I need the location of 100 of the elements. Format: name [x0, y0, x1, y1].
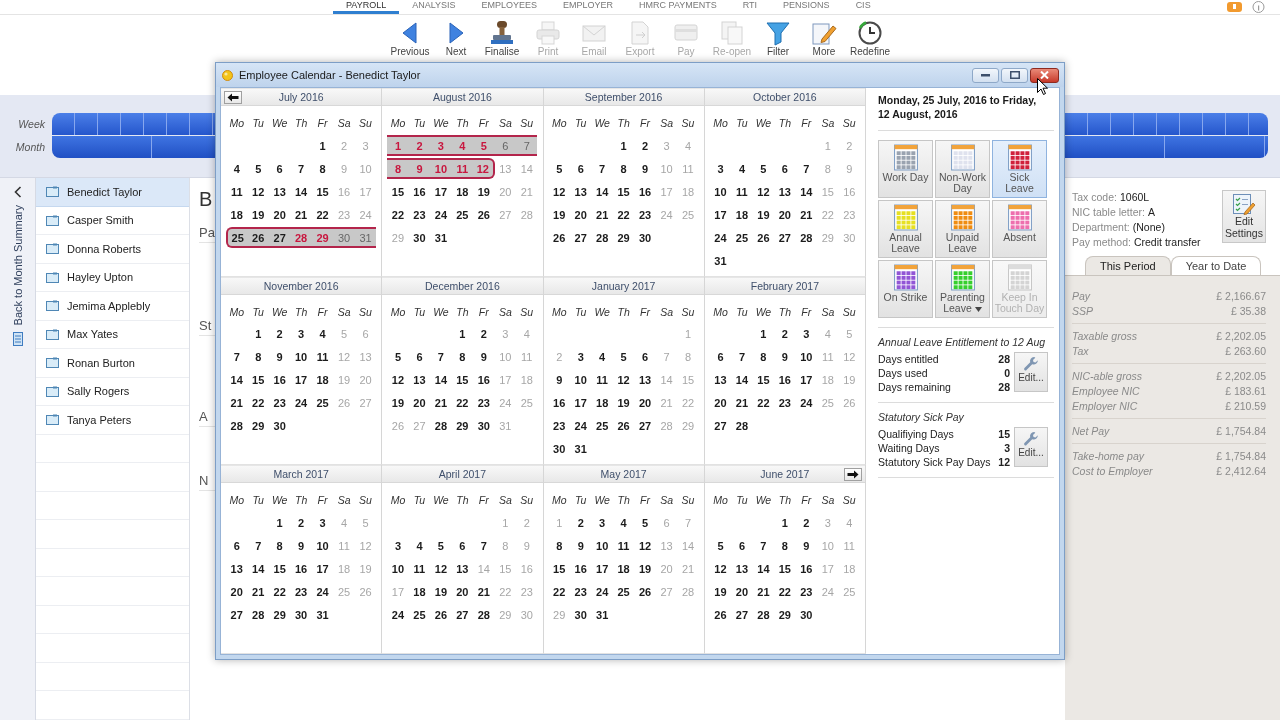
calendar-day[interactable]: 1 — [311, 135, 334, 156]
edit-button[interactable]: Edit... — [1014, 427, 1048, 467]
toolbar-button[interactable]: Redefine — [847, 20, 893, 58]
calendar-day[interactable]: 17 — [290, 369, 312, 391]
minimize-button[interactable] — [972, 67, 999, 83]
calendar-day[interactable]: 8 — [451, 346, 474, 368]
calendar-day[interactable]: 19 — [612, 392, 635, 414]
calendar-day[interactable]: 16 — [634, 181, 656, 202]
calendar-day[interactable]: 23 — [634, 204, 656, 225]
calendar-day[interactable]: 10 — [795, 346, 818, 368]
calendar-day[interactable]: 2 — [290, 512, 312, 534]
period-tab[interactable]: Year to Date — [1170, 256, 1262, 275]
calendar-day[interactable]: 1 — [752, 323, 775, 345]
calendar-day[interactable]: 4 — [226, 158, 248, 179]
calendar-day[interactable]: 19 — [709, 581, 732, 603]
calendar-day[interactable]: 19 — [430, 581, 452, 603]
calendar-day[interactable]: 16 — [268, 369, 291, 391]
calendar-day[interactable]: 28 — [731, 415, 753, 437]
calendar-day[interactable]: 9 — [569, 535, 592, 557]
calendar-day[interactable]: 12 — [752, 181, 775, 202]
employee-list-item[interactable]: Sally Rogers — [36, 377, 189, 406]
calendar-day[interactable]: 20 — [709, 392, 732, 414]
calendar-day[interactable]: 30 — [569, 604, 592, 626]
calendar-day[interactable]: 28 — [473, 604, 495, 626]
employee-list-item[interactable]: Jemima Applebly — [36, 292, 189, 321]
calendar-day[interactable]: 5 — [612, 346, 635, 368]
nav-tab[interactable]: ANALYSIS — [399, 0, 469, 14]
calendar-day[interactable]: 25 — [451, 204, 474, 225]
calendar-day[interactable]: 11 — [408, 558, 431, 580]
calendar-day[interactable]: 30 — [290, 604, 312, 626]
calendar-day[interactable]: 24 — [795, 392, 818, 414]
calendar-day[interactable]: 20 — [268, 204, 291, 225]
employee-list-item[interactable]: Donna Roberts — [36, 235, 189, 264]
calendar-day[interactable]: 10 — [290, 346, 312, 368]
calendar-day[interactable]: 30 — [268, 415, 291, 437]
calendar-day[interactable]: 17 — [569, 392, 592, 414]
calendar-day[interactable]: 15 — [752, 369, 775, 391]
calendar-day[interactable]: 28 — [795, 227, 818, 248]
calendar-day[interactable]: 4 — [731, 158, 753, 179]
calendar-day[interactable]: 29 — [451, 415, 474, 437]
calendar-day[interactable]: 26 — [430, 604, 452, 626]
calendar-day[interactable]: 6 — [731, 535, 753, 557]
calendar-day[interactable]: 13 — [774, 181, 796, 202]
calendar-day[interactable]: 15 — [247, 369, 269, 391]
calendar-day[interactable]: 6 — [494, 135, 517, 156]
calendar-day[interactable]: 12 — [548, 181, 570, 202]
calendar-day[interactable]: 19 — [548, 204, 570, 225]
calendar-day[interactable]: 21 — [430, 392, 452, 414]
calendar-day[interactable]: 4 — [408, 535, 431, 557]
calendar-day[interactable]: 12 — [430, 558, 452, 580]
notification-icon[interactable] — [1227, 2, 1242, 12]
nav-tab[interactable]: RTI — [729, 0, 771, 14]
calendar-day[interactable]: 22 — [752, 392, 775, 414]
calendar-day[interactable]: 29 — [774, 604, 796, 626]
calendar-day[interactable]: 9 — [268, 346, 291, 368]
calendar-day[interactable]: 16 — [473, 369, 495, 391]
calendar-day[interactable]: 6 — [408, 346, 431, 368]
week-timeline-bar[interactable] — [52, 113, 215, 135]
calendar-day[interactable]: 19 — [473, 181, 495, 202]
calendar-day[interactable]: 22 — [451, 392, 474, 414]
nav-tab[interactable]: CIS — [842, 0, 884, 14]
calendar-day[interactable]: 13 — [268, 181, 291, 202]
maximize-button[interactable] — [1001, 67, 1028, 83]
calendar-day[interactable]: 23 — [408, 204, 431, 225]
calendar-day[interactable]: 4 — [612, 512, 635, 534]
calendar-day[interactable]: 10 — [591, 535, 613, 557]
calendar-day[interactable]: 22 — [548, 581, 570, 603]
calendar-day[interactable]: 14 — [430, 369, 452, 391]
calendar-day[interactable]: 22 — [774, 581, 796, 603]
calendar-day[interactable]: 18 — [731, 204, 753, 225]
calendar-day[interactable]: 24 — [290, 392, 312, 414]
calendar-day[interactable]: 19 — [387, 392, 409, 414]
toolbar-button[interactable]: Filter — [755, 20, 801, 58]
calendar-day[interactable]: 18 — [591, 392, 613, 414]
calendar-day[interactable]: 11 — [591, 369, 613, 391]
calendar-day[interactable]: 28 — [430, 415, 452, 437]
calendar-day[interactable]: 23 — [569, 581, 592, 603]
calendar-day[interactable]: 28 — [247, 604, 269, 626]
calendar-day[interactable]: 1 — [612, 135, 635, 156]
calendar-day[interactable]: 25 — [311, 392, 334, 414]
calendar-day[interactable]: 3 — [311, 512, 334, 534]
calendar-day[interactable]: 11 — [731, 181, 753, 202]
calendar-day[interactable]: 8 — [247, 346, 269, 368]
calendar-day[interactable]: 27 — [268, 227, 291, 248]
calendar-day[interactable]: 8 — [268, 535, 291, 557]
calendar-day[interactable]: 8 — [752, 346, 775, 368]
calendar-day[interactable]: 5 — [709, 535, 732, 557]
calendar-day[interactable]: 27 — [709, 415, 732, 437]
calendar-day[interactable]: 23 — [548, 415, 570, 437]
calendar-day[interactable]: 17 — [709, 204, 732, 225]
calendar-day[interactable]: 23 — [268, 392, 291, 414]
calendar-day[interactable]: 3 — [387, 535, 409, 557]
calendar-day[interactable]: 21 — [226, 392, 248, 414]
calendar-day[interactable]: 28 — [752, 604, 775, 626]
calendar-day[interactable]: 7 — [731, 346, 753, 368]
employee-list-item[interactable]: Benedict Taylor — [36, 178, 189, 207]
employee-list-item[interactable]: Ronan Burton — [36, 349, 189, 378]
calendar-day[interactable]: 5 — [387, 346, 409, 368]
calendar-day[interactable]: 24 — [709, 227, 732, 248]
calendar-day[interactable]: 7 — [247, 535, 269, 557]
